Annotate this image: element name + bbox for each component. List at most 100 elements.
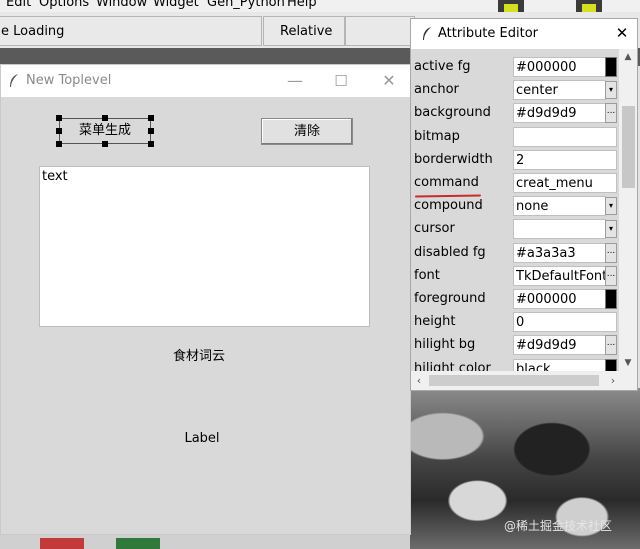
attribute-value-field[interactable] bbox=[513, 219, 606, 240]
attribute-name: command bbox=[414, 175, 479, 190]
resize-handle[interactable] bbox=[102, 141, 108, 147]
text-content: text bbox=[42, 169, 68, 184]
attribute-value: #d9d9d9 bbox=[516, 338, 577, 354]
attribute-value-field[interactable]: black bbox=[513, 358, 606, 371]
ellipsis-button[interactable]: ... bbox=[605, 335, 617, 356]
toplevel-titlebar[interactable]: New Toplevel — ☐ ✕ bbox=[1, 65, 410, 97]
attribute-value: 0 bbox=[516, 315, 525, 331]
color-swatch[interactable] bbox=[605, 358, 617, 371]
toolbar-button[interactable] bbox=[345, 16, 415, 46]
attribute-row: height 0 bbox=[411, 311, 619, 334]
watermark: @稀土掘金技术社区 bbox=[504, 519, 613, 533]
attribute-value: TkDefaultFont bbox=[516, 268, 606, 284]
chevron-down-icon[interactable]: ▾ bbox=[605, 197, 617, 216]
toplevel-window: New Toplevel — ☐ ✕ 菜单生成 清除 text 食材词云 Lab… bbox=[0, 64, 411, 535]
attribute-row: borderwidth 2 bbox=[411, 149, 619, 172]
loading-button[interactable]: e Loading bbox=[0, 16, 262, 46]
relative-button[interactable]: Relative bbox=[263, 16, 345, 46]
taskbar-app-icon[interactable] bbox=[116, 538, 160, 549]
resize-handle[interactable] bbox=[148, 128, 154, 134]
relative-label: Relative bbox=[280, 24, 333, 39]
attribute-row: anchor center ▾ bbox=[411, 79, 619, 102]
attribute-row: hilight color black bbox=[411, 358, 619, 371]
attribute-value: 2 bbox=[516, 152, 525, 168]
attribute-name: font bbox=[414, 267, 440, 283]
ellipsis-button[interactable]: ... bbox=[605, 242, 617, 263]
attribute-row: hilight bg #d9d9d9... bbox=[411, 334, 619, 357]
attribute-value-field[interactable]: 0 bbox=[513, 312, 617, 333]
menu-window[interactable]: Window bbox=[96, 0, 147, 10]
close-icon[interactable]: ✕ bbox=[379, 71, 399, 91]
scroll-left-icon[interactable]: ‹ bbox=[411, 371, 427, 390]
ellipsis-button[interactable]: ... bbox=[605, 103, 617, 124]
attribute-name: anchor bbox=[414, 82, 459, 98]
attribute-value: #000000 bbox=[516, 292, 577, 307]
loading-label: e Loading bbox=[1, 24, 65, 39]
word-cloud-label: 食材词云 bbox=[172, 349, 225, 364]
vertical-scrollbar[interactable]: ▲ ▼ bbox=[619, 49, 637, 371]
resize-handle[interactable] bbox=[56, 141, 62, 147]
scroll-thumb[interactable] bbox=[622, 106, 635, 188]
close-icon[interactable]: ✕ bbox=[614, 24, 630, 42]
horizontal-scrollbar[interactable]: ‹ › bbox=[411, 371, 637, 390]
attribute-name: hilight color bbox=[414, 360, 491, 371]
attribute-value-field[interactable]: #000000 bbox=[513, 57, 606, 77]
attribute-editor-titlebar[interactable]: Attribute Editor ✕ bbox=[411, 19, 637, 49]
ellipsis-button[interactable]: ... bbox=[605, 265, 617, 286]
chevron-down-icon[interactable]: ▾ bbox=[605, 81, 617, 100]
menu-widget[interactable]: Widget bbox=[153, 0, 199, 10]
color-swatch[interactable] bbox=[605, 57, 617, 77]
scroll-right-icon[interactable]: › bbox=[605, 371, 621, 390]
feather-icon bbox=[423, 27, 431, 40]
feather-icon bbox=[10, 74, 18, 87]
attribute-value: center bbox=[516, 83, 558, 99]
menu-help[interactable]: Help bbox=[287, 0, 317, 10]
attribute-value-field[interactable]: #d9d9d9 bbox=[513, 103, 606, 124]
attribute-name: active fg bbox=[414, 59, 471, 74]
attribute-name: height bbox=[414, 314, 456, 330]
resize-handle[interactable] bbox=[56, 128, 62, 134]
attribute-value: black bbox=[516, 361, 551, 371]
menu-edit[interactable]: Edit bbox=[6, 0, 31, 10]
attribute-value-field[interactable] bbox=[513, 126, 617, 147]
resize-handle[interactable] bbox=[56, 115, 62, 121]
attribute-value-field[interactable]: #000000 bbox=[513, 289, 606, 309]
scroll-up-icon[interactable]: ▲ bbox=[619, 49, 637, 65]
attribute-value-field[interactable]: TkDefaultFont bbox=[513, 265, 606, 286]
resize-handle[interactable] bbox=[102, 115, 108, 121]
attribute-value-field[interactable]: 2 bbox=[513, 149, 617, 170]
attribute-name: cursor bbox=[414, 221, 455, 237]
clear-button[interactable]: 清除 bbox=[261, 118, 353, 145]
resize-handle[interactable] bbox=[148, 115, 154, 121]
attribute-name: compound bbox=[414, 198, 483, 214]
chevron-down-icon[interactable]: ▾ bbox=[605, 220, 617, 239]
menu-options[interactable]: Options bbox=[39, 0, 89, 10]
attribute-name: bitmap bbox=[414, 128, 460, 144]
text-widget[interactable]: text bbox=[39, 166, 370, 327]
attribute-value-field[interactable]: creat_menu bbox=[513, 173, 617, 193]
attribute-value: creat_menu bbox=[516, 176, 593, 191]
scroll-thumb[interactable] bbox=[429, 375, 599, 386]
attribute-row: font TkDefaultFont... bbox=[411, 265, 619, 288]
minimize-icon[interactable]: — bbox=[285, 71, 305, 91]
menu-gen-python[interactable]: Gen_Python bbox=[207, 0, 285, 10]
attribute-name: foreground bbox=[414, 291, 486, 306]
taskbar-app-icon[interactable] bbox=[40, 538, 84, 549]
attribute-value-field[interactable]: none bbox=[513, 196, 606, 217]
maximize-icon[interactable]: ☐ bbox=[331, 71, 351, 91]
scroll-down-icon[interactable]: ▼ bbox=[619, 355, 637, 371]
attribute-list: active fg #000000 anchor center ▾ background #… bbox=[411, 49, 619, 371]
attribute-row: bitmap bbox=[411, 126, 619, 149]
attribute-row: foreground #000000 bbox=[411, 288, 619, 311]
attribute-row: background #d9d9d9... bbox=[411, 102, 619, 125]
attribute-value-field[interactable]: #d9d9d9 bbox=[513, 335, 606, 356]
attribute-value: #d9d9d9 bbox=[516, 106, 577, 122]
attribute-name: disabled fg bbox=[414, 244, 486, 260]
attribute-value-field[interactable]: #a3a3a3 bbox=[513, 242, 606, 263]
resize-handle[interactable] bbox=[148, 141, 154, 147]
attribute-value: none bbox=[516, 199, 549, 215]
attribute-name: hilight bg bbox=[414, 337, 476, 353]
attribute-editor-window: Attribute Editor ✕ active fg #000000 ancho… bbox=[410, 18, 638, 391]
color-swatch[interactable] bbox=[605, 289, 617, 309]
attribute-value-field[interactable]: center bbox=[513, 80, 606, 101]
